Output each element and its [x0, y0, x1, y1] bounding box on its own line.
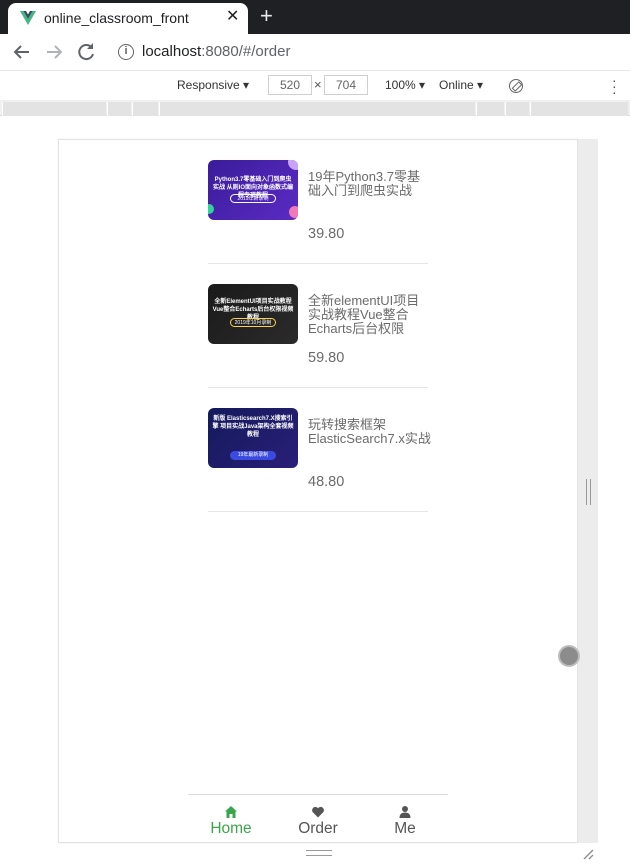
course-title: 全新elementUI项目实战教程Vue整合Echarts后台权限 [308, 293, 420, 336]
thumbnail-caption: 新版 Elasticsearch7.X搜索引擎 项目实战Java架构全套视频教程 [212, 416, 294, 438]
tab-label: Me [394, 820, 416, 837]
ruler-segment[interactable] [107, 102, 131, 116]
device-toolbar: Responsive ▾ 520 × 704 100% ▾ Online ▾ ·… [0, 70, 630, 100]
bottom-tab-bar: Home Order Me [188, 794, 448, 842]
address-bar[interactable]: localhost:8080/#/order [142, 43, 290, 60]
ruler-segment[interactable] [530, 102, 628, 116]
browser-toolbar: i localhost:8080/#/order [0, 34, 630, 70]
device-emulation-area: Python3.7零基础入门到爬虫实战 从则IO面向对象函数式编程专项教程 20… [0, 117, 630, 864]
tab-me[interactable]: Me [370, 805, 440, 838]
course-thumbnail: 全新ElementUI项目实战教程 Vue整合Echarts后台权限视频教程 2… [208, 284, 298, 344]
tab-home[interactable]: Home [196, 805, 266, 838]
url-path: :8080/#/order [201, 43, 291, 60]
browser-tab[interactable]: online_classroom_front ✕ [8, 3, 248, 34]
tab-close-icon[interactable]: ✕ [226, 8, 239, 26]
course-item[interactable]: 全新ElementUI项目实战教程 Vue整合Echarts后台权限视频教程 2… [208, 264, 428, 388]
height-resize-handle[interactable] [306, 850, 332, 856]
thumbnail-badge: 2019年新录制 [230, 194, 276, 203]
url-host: localhost [142, 43, 202, 60]
course-price: 59.80 [308, 350, 345, 366]
person-icon [399, 806, 411, 818]
ruler-segment[interactable] [476, 102, 504, 116]
dimension-separator: × [314, 77, 322, 92]
width-resize-handle[interactable] [586, 479, 591, 505]
course-item[interactable]: 新版 Elasticsearch7.X搜索引擎 项目实战Java架构全套视频教程… [208, 388, 431, 512]
back-icon[interactable] [10, 40, 34, 64]
ruler-segment[interactable] [132, 102, 158, 116]
device-viewport: Python3.7零基础入门到爬虫实战 从则IO面向对象函数式编程专项教程 20… [58, 139, 578, 843]
heart-icon [312, 806, 324, 818]
course-price: 48.80 [308, 474, 345, 490]
ruler-segment[interactable] [2, 102, 106, 116]
course-price: 39.80 [308, 226, 345, 242]
ruler-segment[interactable] [159, 102, 475, 116]
course-title: 玩转搜索框架ElasticSearch7.x实战 [308, 417, 431, 446]
thumbnail-badge: 19年最新录制 [230, 451, 276, 460]
zoom-select[interactable]: 100% ▾ [385, 78, 425, 92]
vue-logo-icon [20, 11, 36, 25]
site-info-icon[interactable]: i [118, 44, 134, 60]
browser-tab-strip: online_classroom_front ✕ + [0, 0, 630, 34]
reload-icon[interactable] [74, 40, 98, 64]
new-tab-button[interactable]: + [260, 5, 273, 27]
forward-icon[interactable] [42, 40, 66, 64]
media-query-ruler [0, 100, 630, 116]
device-width-input[interactable]: 520 [268, 75, 312, 95]
device-mode-select[interactable]: Responsive ▾ [177, 78, 249, 92]
thumbnail-badge: 2019年10月录制 [230, 318, 276, 327]
tab-title: online_classroom_front [44, 10, 189, 26]
network-throttle-select[interactable]: Online ▾ [439, 78, 483, 92]
device-height-input[interactable]: 704 [324, 75, 368, 95]
rotate-icon[interactable] [509, 79, 523, 93]
course-thumbnail: Python3.7零基础入门到爬虫实战 从则IO面向对象函数式编程专项教程 20… [208, 160, 298, 220]
tab-order[interactable]: Order [283, 805, 353, 838]
home-icon [225, 806, 237, 818]
tab-label: Home [210, 820, 252, 837]
course-thumbnail: 新版 Elasticsearch7.X搜索引擎 项目实战Java架构全套视频教程… [208, 408, 298, 468]
more-options-icon[interactable]: · · · [612, 73, 617, 99]
tab-label: Order [298, 820, 338, 837]
ruler-segment[interactable] [505, 102, 529, 116]
touch-cursor [558, 645, 580, 667]
course-title: 19年Python3.7零基础入门到爬虫实战 [308, 169, 421, 198]
course-list: Python3.7零基础入门到爬虫实战 从则IO面向对象函数式编程专项教程 20… [208, 140, 431, 512]
course-item[interactable]: Python3.7零基础入门到爬虫实战 从则IO面向对象函数式编程专项教程 20… [208, 140, 428, 264]
corner-resize-icon[interactable] [582, 848, 594, 860]
